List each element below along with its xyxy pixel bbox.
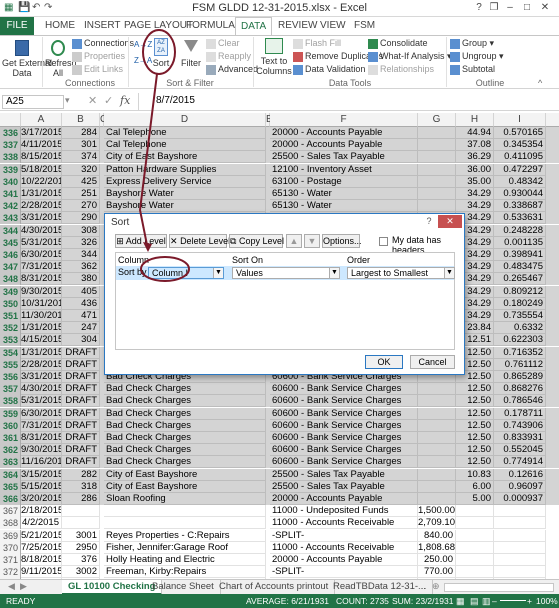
annotation-arrow (138, 73, 158, 251)
arrow-head (143, 242, 152, 252)
column-select-highlight-circle (140, 256, 190, 282)
sort-button-highlight-circle (142, 29, 176, 75)
annotation-overlay (138, 29, 190, 282)
